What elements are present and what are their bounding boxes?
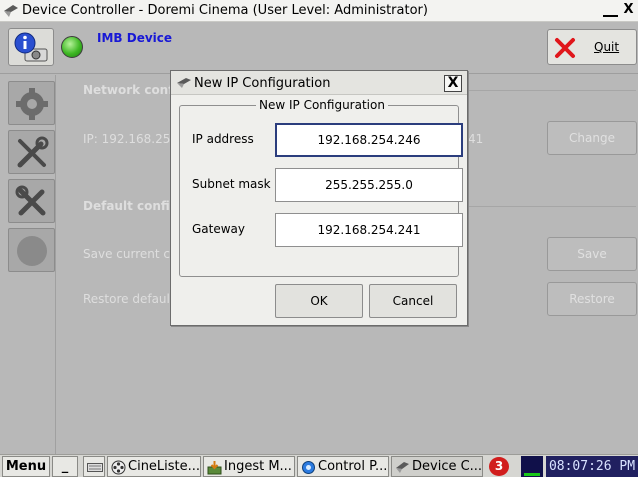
dialog-close-button[interactable]: X [444,75,462,92]
dialog-titlebar[interactable]: New IP Configuration X [171,71,467,95]
restore-config-text: Restore default [83,292,175,306]
control-panel-icon [302,461,315,474]
quit-x-icon [555,38,575,58]
task-device-controller[interactable]: Device C... [391,456,483,477]
current-ip-text: IP: 192.168.254 [83,132,178,146]
change-ip-button[interactable]: Change [547,121,637,155]
current-ip-suffix: 41 [468,132,484,146]
device-info-icon [14,32,48,62]
restore-config-button[interactable]: Restore [547,282,637,316]
task-label: Device C... [412,459,483,474]
quit-button[interactable]: Quit [547,29,637,65]
show-desktop-button[interactable]: _ [52,456,78,477]
subnet-mask-label: Subnet mask [192,177,271,191]
sidebar-item-settings[interactable] [8,81,55,125]
task-label: Ingest M... [224,459,292,474]
subnet-mask-input[interactable]: 255.255.255.0 [275,168,463,202]
sidebar-item-tools[interactable] [8,130,55,174]
dialog-app-icon [177,78,191,88]
sidebar-item-record[interactable] [8,228,55,272]
window-close-button[interactable]: X [621,3,636,19]
start-menu-button[interactable]: Menu [2,456,50,477]
ingest-icon [207,461,222,475]
ip-config-dialog: New IP Configuration X New IP Configurat… [170,70,468,326]
task-ingest-manager[interactable]: Ingest M... [203,456,295,477]
circle-icon [17,236,47,266]
task-label: CineListe... [128,459,201,474]
clock: 08:07:26 PM [546,456,638,477]
minimize-button[interactable] [603,4,618,17]
sidebar [0,75,56,454]
cpu-monitor [521,456,543,477]
network-section-title: Network confi [83,83,178,97]
gateway-input[interactable]: 192.168.254.241 [275,213,463,247]
cpu-bar [524,473,540,476]
device-controller-icon [396,462,409,473]
taskbar: Menu _ CineListe... Ingest M... Control … [0,454,638,477]
ip-config-group: New IP Configuration IP address 192.168.… [179,98,463,277]
device-name-label: IMB Device [97,31,173,45]
device-info-button[interactable] [8,28,54,66]
group-title: New IP Configuration [256,98,388,112]
keyboard-icon [87,463,103,472]
film-reel-icon [111,460,126,475]
task-cinelister[interactable]: CineListe... [107,456,201,477]
quit-label: Quit [594,40,620,54]
cancel-button[interactable]: Cancel [369,284,457,318]
tools-icon [17,136,49,168]
ip-address-label: IP address [192,132,254,146]
status-indicator [61,36,83,58]
ok-button[interactable]: OK [275,284,363,318]
header-bar: IMB Device Quit [0,22,638,74]
app-logo-icon [4,5,18,17]
divider [468,206,636,207]
gear-icon [16,88,48,120]
ip-address-input[interactable]: 192.168.254.246 [275,123,463,157]
save-config-text: Save current co [83,247,178,261]
wrench-screwdriver-icon [15,185,46,216]
sidebar-item-maintenance[interactable] [8,179,55,223]
notification-badge[interactable]: 3 [489,457,509,476]
keyboard-button[interactable] [83,456,105,477]
window-titlebar[interactable]: Device Controller - Doremi Cinema (User … [0,0,638,22]
task-control-panel[interactable]: Control P... [297,456,389,477]
dialog-title: New IP Configuration [194,76,331,91]
gateway-label: Gateway [192,222,246,236]
window-title: Device Controller - Doremi Cinema (User … [22,3,428,18]
task-label: Control P... [318,459,388,474]
save-config-button[interactable]: Save [547,237,637,271]
